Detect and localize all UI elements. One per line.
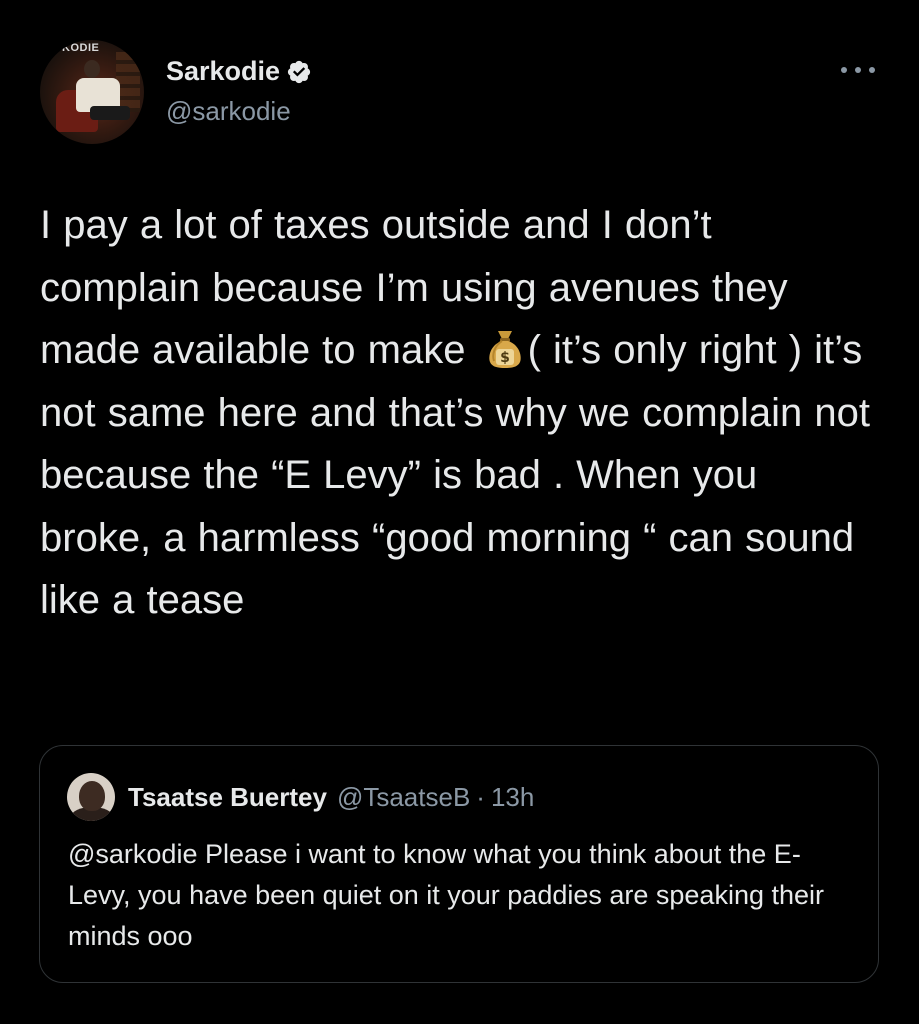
author-avatar[interactable]: KODIE [40, 40, 144, 144]
avatar-logo: KODIE [62, 42, 100, 54]
quoted-tweet-text: @sarkodie Please i want to know what you… [68, 839, 824, 951]
verified-badge-icon [287, 60, 311, 83]
avatar-person-head [84, 60, 100, 78]
avatar-person-legs [90, 106, 130, 120]
quoted-tweet[interactable]: Tsaatse Buertey @TsaatseB · 13h @sarkodi… [39, 745, 879, 983]
avatar-face [79, 781, 105, 811]
money-bag-icon: $ [488, 331, 521, 368]
quoted-author-name[interactable]: Tsaatse Buertey [128, 782, 327, 813]
quoted-tweet-header: Tsaatse Buertey @TsaatseB · 13h [128, 782, 534, 813]
more-horizontal-icon[interactable] [841, 62, 875, 78]
author-handle[interactable]: @sarkodie [166, 96, 291, 127]
svg-text:$: $ [500, 350, 510, 366]
tweet-text-part-2: ( it’s only right ) it’s not same here a… [40, 328, 883, 622]
more-dot [869, 67, 875, 73]
quoted-author-avatar[interactable] [67, 773, 115, 821]
separator-dot: · [476, 782, 485, 812]
author-name-row[interactable]: Sarkodie [166, 56, 312, 87]
more-dot [841, 67, 847, 73]
tweet: KODIE Sarkodie @sarkodie I pay a lot of … [0, 0, 919, 1024]
quoted-author-handle[interactable]: @TsaatseB [337, 782, 470, 813]
more-dot [855, 67, 861, 73]
quoted-tweet-time[interactable]: 13h [491, 782, 534, 813]
tweet-text: I pay a lot of taxes outside and I don’t… [40, 194, 880, 632]
author-name[interactable]: Sarkodie [166, 56, 280, 87]
